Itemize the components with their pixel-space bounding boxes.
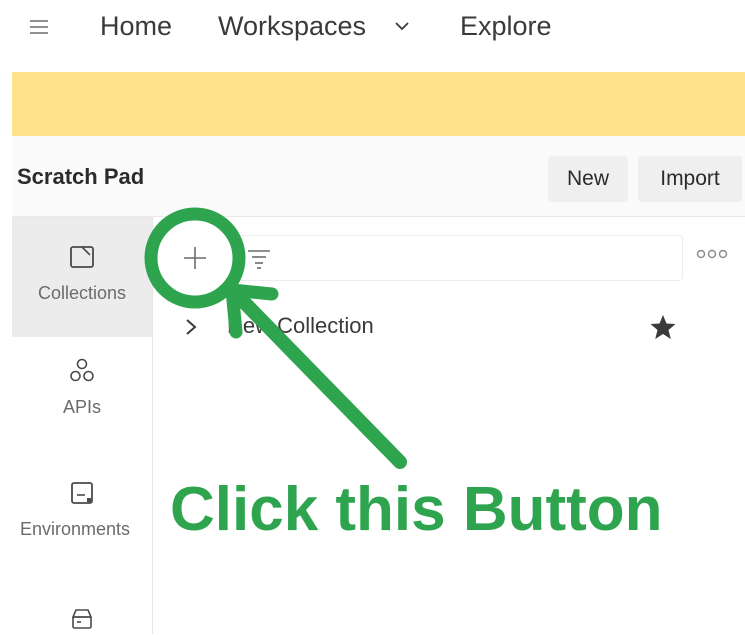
- sidebar-item-collections[interactable]: Collections: [12, 217, 152, 337]
- search-input[interactable]: [233, 235, 683, 281]
- more-options-icon[interactable]: [695, 247, 729, 261]
- nav-workspaces[interactable]: Workspaces: [218, 8, 366, 44]
- sidebar-item-label: Collections: [37, 283, 127, 303]
- sidebar-item-environments[interactable]: Environments: [12, 479, 152, 569]
- sidebar-item-label: APIs: [62, 397, 101, 417]
- environments-icon: [71, 482, 93, 504]
- import-button[interactable]: Import: [638, 156, 742, 202]
- nav-home[interactable]: Home: [100, 8, 172, 44]
- workspace-header: Scratch Pad New Import: [12, 136, 745, 216]
- top-navigation: Home Workspaces Explore: [0, 0, 745, 62]
- collections-panel: New Collection: [153, 217, 745, 634]
- filter-icon[interactable]: [246, 246, 272, 270]
- sidebar-item-label: Environments: [19, 519, 131, 539]
- apis-icon: [70, 358, 94, 382]
- collection-name: New Collection: [227, 313, 374, 338]
- mock-servers-icon: [71, 609, 93, 629]
- notification-banner: [12, 72, 745, 136]
- hamburger-menu-icon[interactable]: [28, 16, 50, 38]
- workspace: Scratch Pad New Import Collections APIs: [12, 136, 745, 634]
- collection-item[interactable]: New Collection: [153, 307, 745, 347]
- sidebar: Collections APIs Environments: [12, 217, 153, 634]
- collections-icon: [70, 246, 94, 268]
- plus-icon[interactable]: [181, 244, 209, 272]
- sidebar-item-apis[interactable]: APIs: [12, 357, 152, 447]
- nav-explore[interactable]: Explore: [460, 8, 552, 44]
- new-button[interactable]: New: [548, 156, 628, 202]
- chevron-right-icon[interactable]: [183, 317, 199, 337]
- sidebar-item-mock-servers[interactable]: [12, 605, 152, 635]
- chevron-down-icon[interactable]: [392, 16, 412, 36]
- workspace-title: Scratch Pad: [17, 164, 145, 189]
- star-icon[interactable]: [649, 313, 677, 341]
